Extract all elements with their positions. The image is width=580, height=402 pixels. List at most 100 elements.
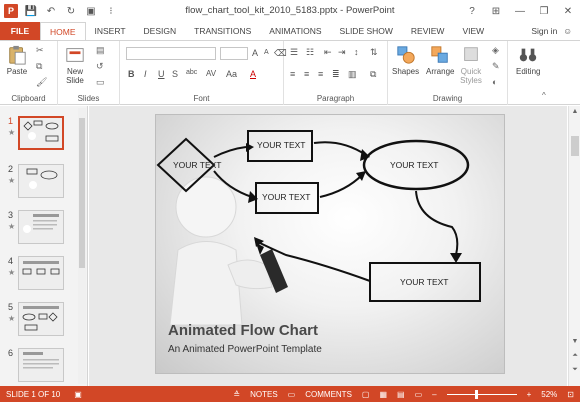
slide-title[interactable]: Animated Flow Chart [168, 322, 318, 339]
start-presentation-icon[interactable]: ▣ [84, 4, 98, 18]
tab-animations[interactable]: ANIMATIONS [260, 22, 330, 40]
quick-styles-button[interactable]: Quick Styles [460, 45, 482, 85]
reading-view-icon[interactable]: ▤ [397, 390, 405, 399]
zoom-level[interactable]: 52% [541, 390, 557, 399]
canvas-scrollbar[interactable]: ▲ ▼ ⏶ ⏷ [568, 106, 580, 386]
align-center-icon[interactable]: ≡ [304, 69, 309, 79]
clipboard-group-label: Clipboard [11, 94, 46, 103]
spellcheck-icon[interactable]: ▣ [74, 390, 82, 399]
shape-effects-icon[interactable]: ◐ [492, 77, 497, 87]
zoom-slider-knob[interactable] [474, 389, 478, 399]
strikethrough-button[interactable]: S [172, 69, 178, 79]
slide-thumbnail-3[interactable] [18, 210, 64, 244]
section-icon[interactable]: ▭ [96, 77, 105, 88]
minimize-button[interactable]: — [508, 6, 532, 17]
slide-1[interactable]: YOUR TEXT YOUR TEXT YOUR TEXT YOUR TEXT … [155, 114, 505, 374]
text-direction-icon[interactable]: ⇅ [370, 47, 378, 58]
scroll-up-icon[interactable]: ▲ [569, 108, 580, 115]
slide-thumbnail-6[interactable] [18, 348, 64, 382]
close-button[interactable]: ✕ [556, 6, 580, 17]
grow-font-button[interactable]: A [252, 48, 258, 58]
redo-icon[interactable]: ↻ [64, 4, 78, 18]
previous-slide-icon[interactable]: ⏶ [569, 352, 580, 360]
decrease-indent-icon[interactable]: ⇤ [324, 47, 332, 58]
zoom-slider[interactable] [446, 389, 517, 399]
notes-button[interactable]: NOTES [250, 390, 278, 399]
ribbon-display-icon[interactable]: ⊞ [484, 6, 508, 17]
tab-file[interactable]: FILE [0, 22, 40, 40]
new-slide-button[interactable]: New Slide [64, 45, 86, 85]
format-painter-icon[interactable]: 🖌 [36, 77, 47, 88]
font-size-combo[interactable] [220, 47, 248, 60]
sign-in-link[interactable]: Sign in [531, 26, 557, 36]
comments-icon[interactable]: ▭ [288, 390, 296, 399]
change-case-button[interactable]: Aa [226, 69, 237, 79]
customize-qat-icon[interactable]: ⁝ [104, 4, 118, 18]
slide-thumbnail-2[interactable] [18, 164, 64, 198]
slide-thumbnail-4[interactable] [18, 256, 64, 290]
line-spacing-icon[interactable]: ↕ [354, 47, 359, 57]
editing-button[interactable]: Editing [516, 45, 540, 76]
normal-view-icon[interactable]: ▢ [362, 390, 370, 399]
font-name-combo[interactable] [126, 47, 216, 60]
canvas-scroll-thumb[interactable] [571, 136, 579, 156]
tab-slide-show[interactable]: SLIDE SHOW [331, 22, 402, 40]
fit-slide-icon[interactable]: ⊡ [567, 390, 574, 399]
align-right-icon[interactable]: ≡ [318, 69, 323, 79]
undo-icon[interactable]: ↶ [44, 4, 58, 18]
tab-home[interactable]: HOME [40, 22, 86, 40]
copy-icon[interactable]: ⧉ [36, 61, 42, 72]
zoom-out-button[interactable]: – [432, 390, 436, 399]
tab-transitions[interactable]: TRANSITIONS [185, 22, 260, 40]
underline-button[interactable]: U [158, 69, 165, 79]
slide-thumbnail-5[interactable] [18, 302, 64, 336]
paragraph-group-label: Paragraph [316, 94, 355, 103]
slides-panel-scroll-thumb[interactable] [79, 118, 85, 268]
font-group: A A ⌫ B I U S abc AV Aa A Font [120, 41, 287, 105]
font-color-button[interactable]: A [250, 69, 256, 79]
tab-design[interactable]: DESIGN [135, 22, 186, 40]
align-left-icon[interactable]: ≡ [290, 69, 295, 79]
columns-icon[interactable]: ▥ [348, 69, 357, 80]
tab-review[interactable]: REVIEW [402, 22, 454, 40]
save-icon[interactable]: 💾 [24, 4, 38, 18]
slides-panel-scrollbar[interactable] [78, 108, 86, 384]
comments-button[interactable]: COMMENTS [305, 390, 352, 399]
thumbnail-flowchart-icon [20, 118, 62, 148]
shapes-button[interactable]: Shapes [392, 45, 419, 76]
shadow-button[interactable]: abc [186, 69, 197, 76]
collapse-ribbon-icon[interactable]: ^ [542, 91, 546, 100]
paste-button[interactable]: Paste [6, 45, 28, 76]
slide-sorter-icon[interactable]: ▦ [379, 390, 387, 399]
powerpoint-window: P 💾 ↶ ↻ ▣ ⁝ flow_chart_tool_kit_2010_518… [0, 0, 580, 402]
italic-button[interactable]: I [144, 69, 147, 79]
shape-outline-icon[interactable]: ✎ [492, 61, 500, 72]
next-slide-icon[interactable]: ⏷ [569, 366, 580, 374]
help-icon[interactable]: ? [460, 6, 484, 17]
reset-icon[interactable]: ↺ [96, 61, 104, 72]
character-spacing-button[interactable]: AV [206, 69, 216, 78]
increase-indent-icon[interactable]: ⇥ [338, 47, 346, 58]
arrange-button[interactable]: Arrange [426, 45, 454, 76]
layout-icon[interactable]: ▤ [96, 45, 105, 56]
tab-view[interactable]: VIEW [453, 22, 493, 40]
smartart-icon[interactable]: ⧉ [370, 69, 376, 80]
slideshow-view-icon[interactable]: ▭ [415, 390, 423, 399]
slide-thumbnail-1[interactable] [18, 116, 64, 150]
cut-icon[interactable]: ✂ [36, 45, 44, 56]
smiley-icon[interactable]: ☺ [563, 26, 572, 36]
numbering-icon[interactable]: ☷ [306, 47, 314, 58]
shrink-font-button[interactable]: A [264, 49, 269, 56]
shape-fill-icon[interactable]: ◈ [492, 45, 499, 56]
slide-subtitle[interactable]: An Animated PowerPoint Template [168, 344, 322, 355]
zoom-in-button[interactable]: + [527, 390, 532, 399]
justify-icon[interactable]: ≣ [332, 69, 340, 80]
bullets-icon[interactable]: ☰ [290, 47, 298, 58]
notes-icon[interactable]: ≙ [233, 390, 240, 399]
tab-insert[interactable]: INSERT [86, 22, 135, 40]
restore-button[interactable]: ❐ [532, 6, 556, 17]
bold-button[interactable]: B [128, 69, 135, 79]
drawing-group-label: Drawing [432, 94, 463, 103]
editing-group: Editing ^ [508, 41, 552, 105]
scroll-down-icon[interactable]: ▼ [569, 338, 580, 345]
